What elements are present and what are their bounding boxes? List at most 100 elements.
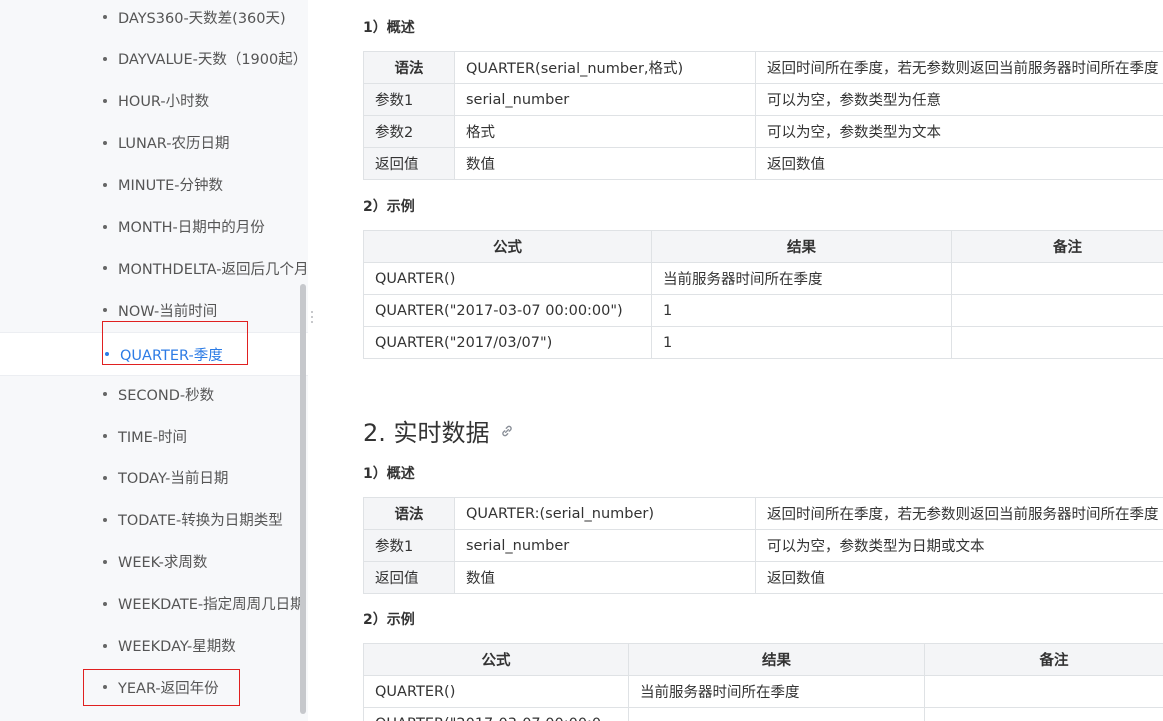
table-row: 参数2 格式 可以为空，参数类型为文本 [363,115,1163,148]
sidebar-item[interactable]: SECOND-秒数 [0,374,308,414]
table-cell: 数值 [454,147,756,180]
main-content: 1）概述 语法 QUARTER(serial_number,格式) 返回时间所在季度… [308,0,1163,721]
table-row: 参数1 serial_number 可以为空，参数类型为任意 [363,83,1163,116]
table-cell: 格式 [454,115,756,148]
link-icon[interactable] [500,424,514,438]
table-cell: 参数1 [363,83,455,116]
table-header-cell: 结果 [651,230,952,263]
sidebar-item[interactable]: HOUR-小时数 [0,81,308,121]
sidebar-item[interactable]: MONTHDELTA-返回后几个月 [0,248,308,288]
sidebar-item-label: MONTHDELTA-返回后几个月 [118,261,308,278]
table-cell: serial_number [454,529,756,562]
example-heading: 2）示例 [363,199,415,215]
sidebar-item-label: QUARTER-季度 [120,347,223,364]
table-row: QUARTER("2017-03-07 00:00:00") 1 [363,294,1163,327]
bullet-icon [103,140,107,145]
sidebar-item[interactable]: NOW-当前时间 [0,290,308,330]
table-cell: 返回数值 [755,147,1163,180]
sidebar-item[interactable]: TODAY-当前日期 [0,458,308,498]
sidebar-item[interactable]: MINUTE-分钟数 [0,165,308,205]
bullet-icon [103,266,107,271]
sidebar-item-label: TODATE-转换为日期类型 [118,513,283,530]
table-cell: QUARTER:(serial_number) [454,497,756,530]
bullet-icon [105,352,109,356]
table-cell: 语法 [363,497,455,530]
table-header-cell: 公式 [363,643,629,676]
table-header-row: 公式 结果 备注 [363,230,1163,263]
sidebar-item[interactable]: WEEKDATE-指定周周几日期 [0,584,308,624]
sidebar-item-label: YEAR-返回年份 [118,680,219,697]
sidebar-item[interactable]: DAYVALUE-天数（1900起） [0,39,308,79]
table-cell: QUARTER("2017-03-07 00:00:00") [363,294,652,327]
table-row: 返回值 数值 返回数值 [363,147,1163,180]
table-cell: 返回时间所在季度，若无参数则返回当前服务器时间所在季度 [755,497,1163,530]
table-header-cell: 结果 [628,643,925,676]
table-header-cell: 备注 [924,643,1163,676]
table-cell: 语法 [363,51,455,84]
bullet-icon [103,15,107,19]
sidebar-item-label: WEEKDATE-指定周周几日期 [118,597,305,614]
sidebar-item[interactable]: WEEK-求周数 [0,542,308,582]
sidebar-item[interactable]: LUNAR-农历日期 [0,123,308,163]
sidebar-item[interactable]: WEEKDAY-星期数 [0,626,308,666]
section-title: 2. 实时数据 [363,413,514,448]
sidebar-scrollbar[interactable] [300,284,306,714]
table-row: QUARTER("2017/03/07") 1 [363,326,1163,359]
sidebar-item[interactable]: YEAR-返回年份 [0,667,308,707]
table-cell [951,294,1163,327]
sidebar-item-label: NOW-当前时间 [118,303,218,320]
table-cell: QUARTER("2017-03-07 00:00:0 [363,707,629,721]
sidebar-item-label: TODAY-当前日期 [118,471,229,488]
table-cell: QUARTER(serial_number,格式) [454,51,756,84]
table-cell: 可以为空，参数类型为任意 [755,83,1163,116]
bullet-icon [103,643,107,648]
table-row: QUARTER() 当前服务器时间所在季度 [363,262,1163,295]
table-cell: 参数2 [363,115,455,148]
table-cell: QUARTER() [363,675,629,708]
table-cell: 当前服务器时间所在季度 [651,262,952,295]
sidebar-item-label: LUNAR-农历日期 [118,136,230,153]
example-heading-2: 2）示例 [363,612,415,628]
table-cell: 返回值 [363,147,455,180]
sidebar-item[interactable]: MONTH-日期中的月份 [0,207,308,247]
table-cell: 可以为空，参数类型为文本 [755,115,1163,148]
table-row: QUARTER("2017-03-07 00:00:0 [363,707,1163,721]
bullet-icon [103,685,107,690]
table-cell: QUARTER() [363,262,652,295]
table-cell [951,262,1163,295]
table-row: 语法 QUARTER:(serial_number) 返回时间所在季度，若无参数则返… [363,497,1163,530]
table-cell: 返回值 [363,561,455,594]
table-cell: 数值 [454,561,756,594]
table-cell [924,707,1163,721]
table-header-row: 公式 结果 备注 [363,643,1163,676]
bullet-icon [103,517,107,522]
sidebar-item-label: MINUTE-分钟数 [118,178,223,195]
section-title-text: 2. 实时数据 [363,419,490,447]
sidebar-item-label: TIME-时间 [118,429,188,446]
table-header-cell: 公式 [363,230,652,263]
table-row: 参数1 serial_number 可以为空，参数类型为日期或文本 [363,529,1163,562]
table-cell: 当前服务器时间所在季度 [628,675,925,708]
bullet-icon [103,224,107,229]
syntax-table: 语法 QUARTER(serial_number,格式) 返回时间所在季度，若无参数… [363,51,1163,180]
sidebar-item-label: WEEKDAY-星期数 [118,639,236,655]
table-cell: 返回时间所在季度，若无参数则返回当前服务器时间所在季度 [755,51,1163,84]
sidebar-item-label: MONTH-日期中的月份 [118,220,265,236]
sidebar-item-label: DAYVALUE-天数（1900起） [118,52,308,69]
bullet-icon [103,308,107,313]
table-header-cell: 备注 [951,230,1163,263]
bullet-icon [103,182,107,187]
sidebar-item-label: DAYS360-天数差(360天) [118,10,286,27]
table-row: QUARTER() 当前服务器时间所在季度 [363,675,1163,708]
table-cell: 返回数值 [755,561,1163,594]
sidebar-item[interactable]: TIME-时间 [0,416,308,456]
sidebar-item-label: WEEK-求周数 [118,555,208,572]
overview-heading-2: 1）概述 [363,466,415,482]
sidebar-item[interactable]: DAYS360-天数差(360天) [0,0,308,37]
table-cell: 1 [651,326,952,359]
table-cell [924,675,1163,708]
sidebar-item[interactable]: TODATE-转换为日期类型 [0,500,308,540]
sidebar-item-label: HOUR-小时数 [118,94,210,111]
sidebar: DAYS360-天数差(360天) DAYVALUE-天数（1900起） HOUR-… [0,0,308,721]
sidebar-item[interactable]: QUARTER-季度 [0,332,308,376]
